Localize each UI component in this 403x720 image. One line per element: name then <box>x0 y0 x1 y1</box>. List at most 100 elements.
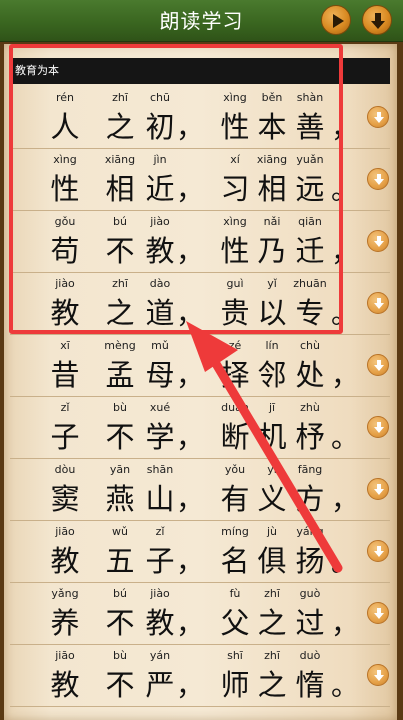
verse-row[interactable]: zǐ 子 bù 不 xué 学 duàn 断 jī 机 zhù 杼 ， 。 <box>10 397 390 459</box>
pinyin-label: shān <box>146 463 174 476</box>
download-icon <box>374 298 384 309</box>
chinese-character: 子 <box>50 420 80 454</box>
verse-row[interactable]: jiāo 教 bù 不 yán 严 shī 师 zhī 之 duò 惰 ， 。 <box>10 645 390 707</box>
pinyin-label: dào <box>149 277 171 290</box>
chinese-character: 以 <box>257 296 287 330</box>
verse-row[interactable]: jiāo 教 wǔ 五 zǐ 子 míng 名 jù 俱 yáng 扬 ， 。 <box>10 521 390 583</box>
chinese-character: 乃 <box>257 234 287 268</box>
row-download-button[interactable] <box>367 168 389 190</box>
pinyin-label: bú <box>113 215 127 228</box>
row-download-button[interactable] <box>367 478 389 500</box>
download-icon <box>374 484 384 495</box>
chinese-character: 师 <box>220 668 250 702</box>
chinese-character: 义 <box>257 482 287 516</box>
pinyin-label: zǐ <box>155 525 165 538</box>
row-download-button[interactable] <box>367 230 389 252</box>
pinyin-label: yuǎn <box>296 153 324 166</box>
chinese-character: 近 <box>145 172 175 206</box>
verse-row[interactable]: gǒu 苟 bú 不 jiào 教 xìng 性 nǎi 乃 qiān 迁，， <box>10 211 390 273</box>
pinyin-label: mǔ <box>151 339 169 352</box>
pinyin-label: chū <box>150 91 170 104</box>
pinyin-label: mèng <box>104 339 136 352</box>
chinese-character: 母 <box>145 358 175 392</box>
pinyin-label: nǎi <box>263 215 281 228</box>
download-icon <box>374 174 384 185</box>
row-download-button[interactable] <box>367 540 389 562</box>
chinese-character: 俱 <box>257 544 287 578</box>
pinyin-label: fāng <box>297 463 323 476</box>
chinese-character: 惰 <box>295 668 325 702</box>
verse-row[interactable]: yǎng 养 bú 不 jiào 教 fù 父 zhī 之 guò 过，， <box>10 583 390 645</box>
chinese-character: 性 <box>50 172 80 206</box>
pinyin-label: zhī <box>264 649 280 662</box>
punctuation: ， <box>176 359 205 392</box>
download-all-button[interactable] <box>362 5 392 35</box>
chinese-character: 教 <box>145 606 175 640</box>
row-download-button[interactable] <box>367 292 389 314</box>
pinyin-label: xiāng <box>256 153 288 166</box>
chinese-character: 不 <box>105 234 135 268</box>
punctuation: 。 <box>331 421 360 454</box>
punctuation: ， <box>176 111 205 144</box>
chinese-character: 养 <box>50 606 80 640</box>
row-download-button[interactable] <box>367 416 389 438</box>
chinese-character: 性 <box>220 234 250 268</box>
download-icon <box>374 112 384 123</box>
pinyin-label: bù <box>113 401 127 414</box>
chinese-character: 断 <box>220 420 250 454</box>
download-icon <box>371 13 385 29</box>
chinese-character: 性 <box>220 110 250 144</box>
pinyin-label: jiào <box>55 277 75 290</box>
chinese-character: 处 <box>295 358 325 392</box>
chinese-character: 父 <box>220 606 250 640</box>
verse-row[interactable]: xìng 性 xiāng 相 jìn 近 xí 习 xiāng 相 yuǎn 远 ， 。 <box>10 149 390 211</box>
verse-row[interactable]: dòu 窦 yān 燕 shān 山 yǒu 有 yì 义 fāng 方，， <box>10 459 390 521</box>
pinyin-label: jù <box>266 525 278 538</box>
play-button[interactable] <box>321 5 351 35</box>
chinese-character: 相 <box>257 172 287 206</box>
punctuation: ， <box>176 235 205 268</box>
chinese-character: 贵 <box>220 296 250 330</box>
chinese-character: 远 <box>295 172 325 206</box>
row-download-button[interactable] <box>367 354 389 376</box>
row-download-button[interactable] <box>367 106 389 128</box>
pinyin-label: yān <box>109 463 131 476</box>
verse-row[interactable]: jiào 教 zhī 之 dào 道 guì 贵 yǐ 以 zhuān 专 ， 。 <box>10 273 390 335</box>
pinyin-label: yì <box>267 463 277 476</box>
chinese-character: 有 <box>220 482 250 516</box>
punctuation: ， <box>176 669 205 702</box>
verse-row[interactable]: rén 人 zhī 之 chū 初 xìng 性 běn 本 shàn 善，， <box>10 87 390 149</box>
chinese-character: 教 <box>50 296 80 330</box>
chinese-character: 严 <box>145 668 175 702</box>
punctuation: 。 <box>331 297 360 330</box>
chinese-character: 人 <box>50 110 80 144</box>
punctuation: ， <box>331 483 360 516</box>
chinese-character: 五 <box>105 544 135 578</box>
chinese-character: 学 <box>145 420 175 454</box>
punctuation: 。 <box>331 669 360 702</box>
pinyin-label: jiāo <box>55 649 75 662</box>
pinyin-label: zé <box>228 339 242 352</box>
download-icon <box>374 670 384 681</box>
row-download-button[interactable] <box>367 602 389 624</box>
punctuation: ， <box>176 545 205 578</box>
pinyin-label: xí <box>230 153 240 166</box>
pinyin-label: rén <box>55 91 75 104</box>
pinyin-label: xìng <box>223 91 247 104</box>
punctuation: ， <box>176 173 205 206</box>
pinyin-label: bù <box>113 649 127 662</box>
chinese-character: 之 <box>257 606 287 640</box>
pinyin-label: zhī <box>112 277 128 290</box>
download-icon <box>374 422 384 433</box>
punctuation: ， <box>176 483 205 516</box>
chinese-character: 教 <box>145 234 175 268</box>
chinese-character: 扬 <box>295 544 325 578</box>
chinese-character: 之 <box>105 296 135 330</box>
download-icon <box>374 608 384 619</box>
verse-row[interactable]: xī 昔 mèng 孟 mǔ 母 zé 择 lín 邻 chù 处，， <box>10 335 390 397</box>
pinyin-label: dòu <box>54 463 76 476</box>
row-download-button[interactable] <box>367 664 389 686</box>
pinyin-label: jī <box>268 401 276 414</box>
punctuation: ， <box>176 421 205 454</box>
chinese-character: 迁 <box>295 234 325 268</box>
